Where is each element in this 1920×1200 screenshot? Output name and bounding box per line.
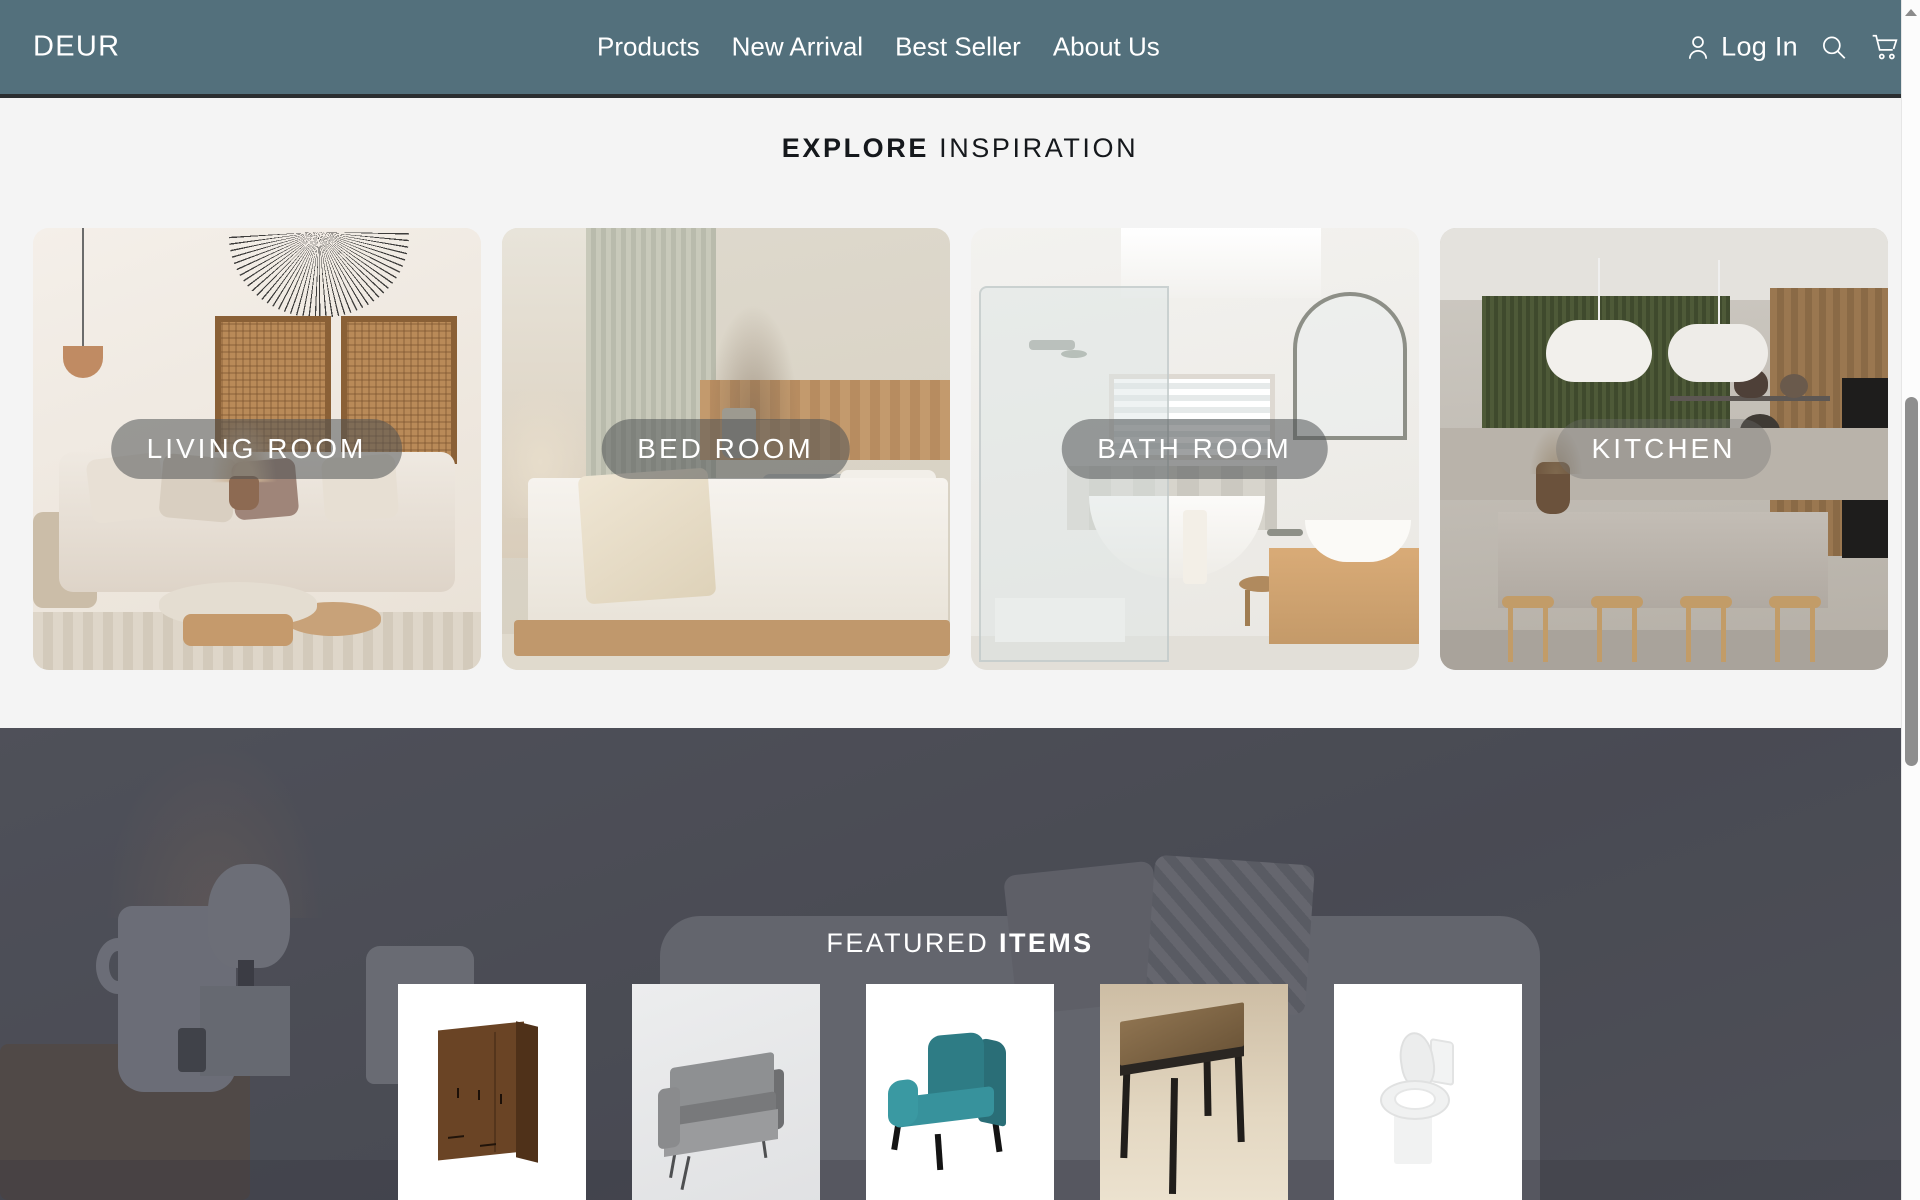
nav-item-new-arrival[interactable]: New Arrival	[732, 32, 863, 63]
product-card-chair[interactable]: chair	[866, 984, 1054, 1200]
explore-title-light: INSPIRATION	[939, 133, 1139, 163]
nav-item-about-us[interactable]: About Us	[1053, 32, 1160, 63]
explore-title-bold: EXPLORE	[781, 133, 929, 163]
explore-inspiration-section: EXPLORE INSPIRATION LIVING ROOM BED ROOM…	[0, 102, 1920, 728]
category-card-bed-room[interactable]: BED ROOM	[501, 228, 950, 670]
featured-section-title: FEATURED ITEMS	[0, 928, 1920, 959]
shopping-cart-icon[interactable]	[1870, 32, 1900, 62]
featured-items-section: FEATURED ITEMS wardrobe sofa	[0, 728, 1920, 1200]
login-label: Log In	[1721, 31, 1798, 62]
product-card-sofa[interactable]: sofa	[632, 984, 820, 1200]
product-card-toilet[interactable]: toilet	[1334, 984, 1522, 1200]
product-card-table[interactable]: table	[1100, 984, 1288, 1200]
nav-item-best-seller[interactable]: Best Seller	[895, 32, 1021, 63]
chair-image	[866, 984, 1054, 1200]
sofa-image	[632, 984, 820, 1200]
explore-section-title: EXPLORE INSPIRATION	[0, 102, 1920, 164]
category-card-kitchen[interactable]: KITCHEN	[1439, 228, 1888, 670]
category-label-bath-room: BATH ROOM	[1061, 419, 1328, 479]
scroll-up-arrow-icon[interactable]	[1905, 9, 1917, 16]
category-label-living-room: LIVING ROOM	[110, 419, 403, 479]
site-header: DEUR Products New Arrival Best Seller Ab…	[0, 0, 1920, 98]
toilet-image	[1334, 984, 1522, 1200]
product-card-wardrobe[interactable]: wardrobe	[398, 984, 586, 1200]
table-image	[1100, 984, 1288, 1200]
wardrobe-image	[398, 984, 586, 1200]
featured-title-light: FEATURED	[826, 928, 990, 958]
scrollbar-thumb[interactable]	[1905, 397, 1918, 766]
nav-item-products[interactable]: Products	[597, 32, 700, 63]
page-scrollbar[interactable]	[1901, 0, 1920, 1200]
category-label-bed-room: BED ROOM	[601, 419, 850, 479]
login-button[interactable]: Log In	[1685, 32, 1798, 63]
category-label-kitchen: KITCHEN	[1555, 419, 1772, 479]
header-actions: Log In	[1685, 32, 1900, 63]
main-navigation: Products New Arrival Best Seller About U…	[597, 32, 1160, 63]
brand-logo[interactable]: DEUR	[33, 31, 120, 64]
category-card-bath-room[interactable]: BATH ROOM	[970, 228, 1419, 670]
search-icon[interactable]	[1820, 33, 1848, 61]
user-icon	[1685, 33, 1711, 61]
featured-title-bold: ITEMS	[999, 928, 1094, 958]
category-card-list: LIVING ROOM BED ROOM BATH ROOM KITCHEN	[0, 228, 1920, 670]
featured-product-list: wardrobe sofa chair table	[0, 984, 1920, 1200]
category-card-living-room[interactable]: LIVING ROOM	[32, 228, 481, 670]
